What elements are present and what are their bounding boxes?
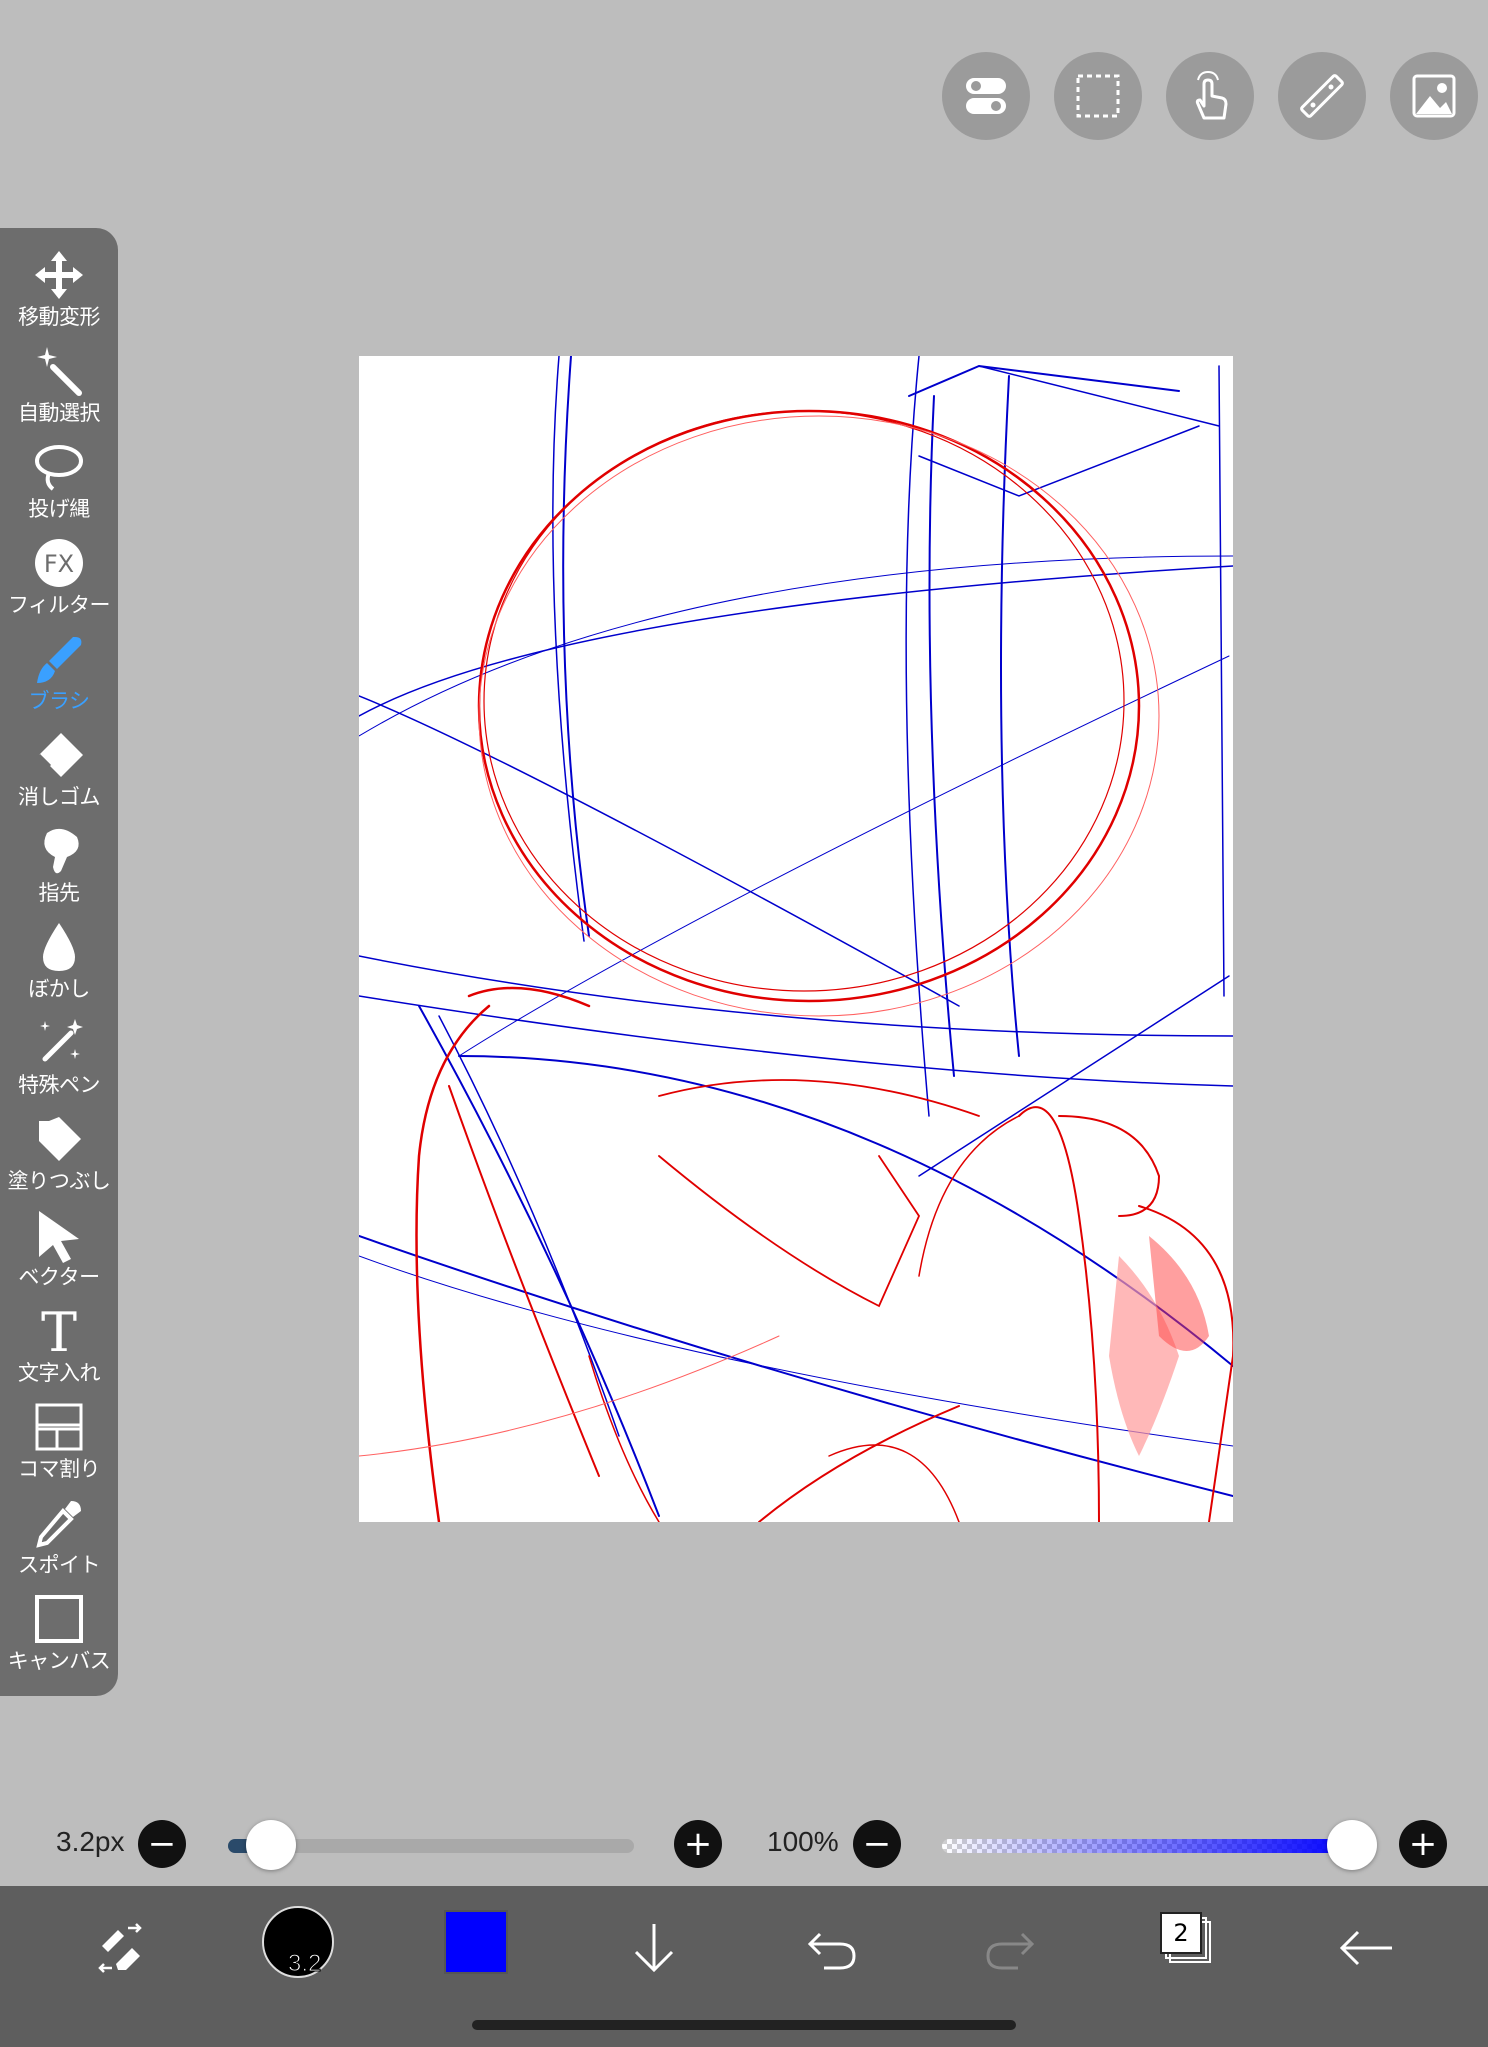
red-sketch-lines	[359, 409, 1233, 1522]
brush-icon	[29, 630, 89, 688]
bottom-bar: 3.2 2	[0, 1886, 1488, 2047]
smudge-icon	[29, 822, 89, 880]
redo-button[interactable]	[970, 1908, 1050, 1988]
tool-label: 消しゴム	[18, 785, 101, 809]
undo-button[interactable]	[792, 1908, 872, 1988]
pink-fill-shading	[1109, 1236, 1209, 1456]
vector-arrow-icon	[29, 1206, 89, 1264]
tool-vector[interactable]: ベクター	[0, 1206, 118, 1302]
tool-label: 塗りつぶし	[7, 1169, 111, 1193]
tool-panel: 移動変形自動選択投げ縄 FX フィルターブラシ消しゴム指先ぼかし特殊ペン塗りつぶしベ…	[0, 228, 118, 1696]
tool-finger[interactable]: 指先	[0, 822, 118, 918]
eraser-icon	[29, 726, 89, 784]
swap-tool-icon	[98, 1923, 142, 1973]
brush-size-minus-button[interactable]: −	[138, 1820, 186, 1868]
swap-tool-button[interactable]	[80, 1908, 160, 1988]
download-arrow-icon	[634, 1924, 674, 1973]
tool-frame[interactable]: コマ割り	[0, 1398, 118, 1494]
magic-wand-icon	[29, 342, 89, 400]
blur-drop-icon	[29, 918, 89, 976]
svg-text:T: T	[41, 1303, 77, 1359]
download-button[interactable]	[614, 1908, 694, 1988]
tool-brush[interactable]: ブラシ	[0, 630, 118, 726]
selection-button[interactable]	[1054, 52, 1142, 140]
tool-label: コマ割り	[18, 1457, 101, 1481]
move-icon	[29, 246, 89, 304]
top-toolbar	[942, 52, 1478, 140]
fill-bucket-icon	[29, 1110, 89, 1168]
tool-eraser[interactable]: 消しゴム	[0, 726, 118, 822]
tool-label: 自動選択	[18, 401, 101, 425]
opacity-plus-button[interactable]: +	[1399, 1820, 1447, 1868]
eyedropper-icon	[29, 1494, 89, 1552]
blue-sketch-lines	[359, 356, 1233, 1517]
touch-gesture-icon	[1195, 70, 1228, 120]
tool-label: 文字入れ	[18, 1361, 101, 1385]
tool-label: キャンバス	[7, 1649, 111, 1673]
redo-icon	[986, 1932, 1035, 1970]
back-arrow-icon	[1339, 1930, 1392, 1966]
tool-text[interactable]: T 文字入れ	[0, 1302, 118, 1398]
tool-label: 投げ縄	[28, 497, 90, 521]
tool-label: スポイト	[18, 1553, 101, 1577]
toggle-settings-icon	[966, 78, 1006, 114]
tool-label: 特殊ペン	[18, 1073, 101, 1097]
layer-count: 2	[1160, 1912, 1202, 1954]
tool-lasso[interactable]: 投げ縄	[0, 438, 118, 534]
opacity-slider-track[interactable]	[942, 1839, 1354, 1853]
brush-preview-size: 3.2	[287, 1950, 322, 1978]
tool-magic[interactable]: 自動選択	[0, 342, 118, 438]
back-button[interactable]	[1326, 1908, 1406, 1988]
drawing-canvas[interactable]	[359, 356, 1233, 1522]
tool-label: フィルター	[7, 593, 111, 617]
brush-size-label: 3.2px	[56, 1826, 125, 1857]
sketch-artwork	[359, 356, 1233, 1522]
minus-glyph: −	[147, 1824, 177, 1864]
home-indicator	[472, 2020, 1016, 2030]
tool-label: 移動変形	[18, 305, 101, 329]
toggle-settings-button[interactable]	[942, 52, 1030, 140]
slider-row: 3.2px − + 100% − +	[0, 1812, 1488, 1878]
tool-move[interactable]: 移動変形	[0, 246, 118, 342]
plus-glyph: +	[1408, 1824, 1438, 1864]
touch-gesture-button[interactable]	[1166, 52, 1254, 140]
tool-special[interactable]: 特殊ペン	[0, 1014, 118, 1110]
layers-button[interactable]: 2	[1160, 1912, 1212, 1966]
tool-label: ぼかし	[28, 977, 90, 1001]
fx-icon: FX	[29, 534, 89, 592]
tool-eyedropper[interactable]: スポイト	[0, 1494, 118, 1590]
tool-fill[interactable]: 塗りつぶし	[0, 1110, 118, 1206]
minus-glyph: −	[862, 1824, 892, 1864]
color-swatch[interactable]	[444, 1910, 508, 1974]
text-icon: T	[29, 1302, 89, 1360]
svg-text:FX: FX	[44, 550, 74, 578]
tool-filter[interactable]: FX フィルター	[0, 534, 118, 630]
image-material-button[interactable]	[1390, 52, 1478, 140]
tool-label: ベクター	[18, 1265, 100, 1289]
opacity-minus-button[interactable]: −	[853, 1820, 901, 1868]
plus-glyph: +	[683, 1824, 713, 1864]
ruler-icon	[1300, 74, 1344, 118]
undo-icon	[807, 1932, 856, 1970]
selection-rect-icon	[1076, 74, 1120, 118]
canvas-icon	[29, 1590, 89, 1648]
brush-size-slider-thumb[interactable]	[246, 1820, 296, 1870]
tool-canvas[interactable]: キャンバス	[0, 1590, 118, 1686]
tool-label: 指先	[38, 881, 81, 905]
image-material-icon	[1412, 74, 1456, 118]
opacity-slider-thumb[interactable]	[1327, 1820, 1377, 1870]
special-pen-icon	[29, 1014, 89, 1072]
frame-divider-icon	[29, 1398, 89, 1456]
lasso-icon	[29, 438, 89, 496]
tool-blur[interactable]: ぼかし	[0, 918, 118, 1014]
ruler-button[interactable]	[1278, 52, 1366, 140]
brush-size-plus-button[interactable]: +	[674, 1820, 722, 1868]
tool-label: ブラシ	[28, 689, 90, 713]
opacity-label: 100%	[767, 1826, 839, 1857]
